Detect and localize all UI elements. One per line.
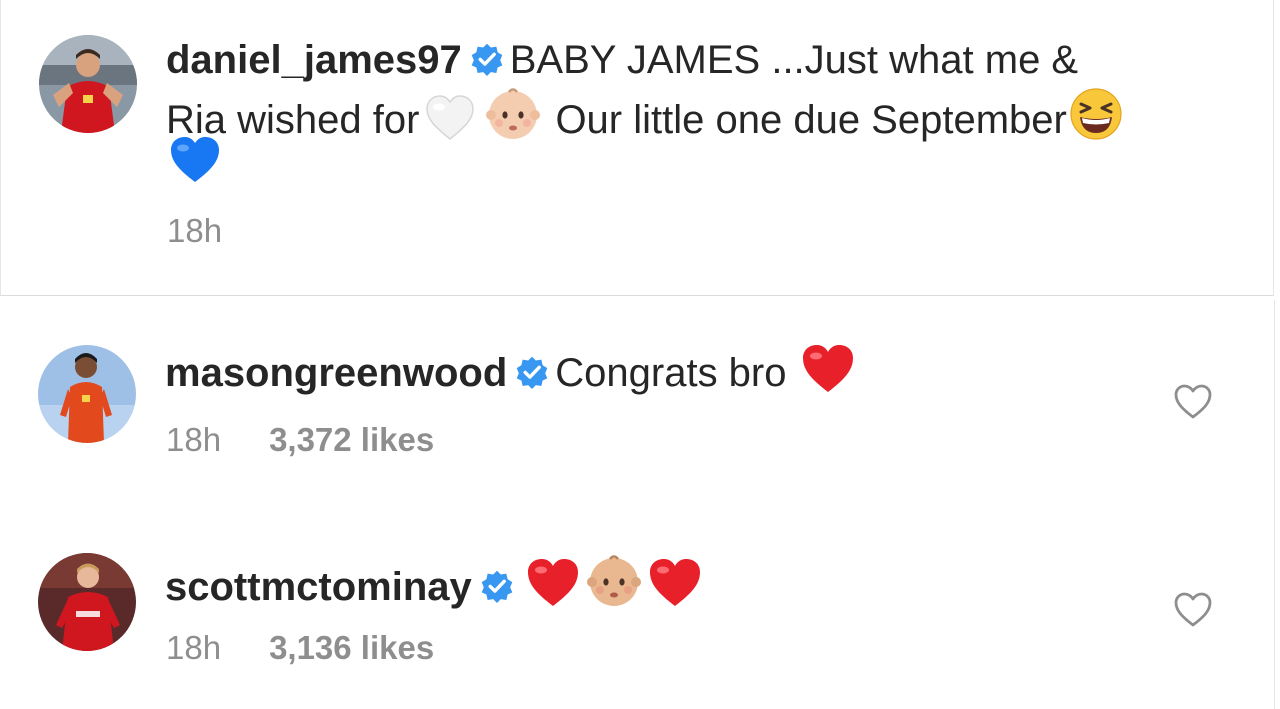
comment-likes-count[interactable]: 3,372 likes	[269, 421, 434, 458]
blue-heart-emoji	[169, 136, 221, 196]
verified-badge-icon	[515, 352, 549, 389]
red-heart-emoji	[801, 344, 855, 406]
verified-badge-icon	[480, 566, 514, 603]
comment-line: scottmctominay	[165, 552, 702, 620]
comment-meta: 18h 3,372 likes	[166, 421, 434, 459]
comment-text: Congrats bro	[555, 351, 787, 395]
caption-line-1: daniel_james97 BABY JAMES ...Just what me…	[166, 36, 1078, 85]
caption-username[interactable]: daniel_james97	[166, 38, 462, 82]
caption-timestamp: 18h	[167, 212, 223, 249]
white-heart-emoji	[425, 95, 475, 153]
comment-timestamp: 18h	[166, 421, 222, 458]
comment-likes-count[interactable]: 3,136 likes	[269, 629, 434, 666]
comment-timestamp: 18h	[166, 629, 222, 666]
caption-text-line-2b: Our little one due September	[555, 98, 1067, 142]
caption-line-2: Ria wished for Our little one due Septemb…	[166, 85, 1123, 153]
panel-border	[1274, 300, 1275, 709]
grinning-squinting-face-emoji	[1069, 87, 1123, 153]
red-heart-emoji	[648, 558, 702, 620]
red-heart-emoji	[526, 558, 580, 620]
instagram-comments-view: daniel_james97 BABY JAMES ...Just what me…	[0, 0, 1280, 709]
avatar[interactable]	[39, 35, 137, 133]
avatar[interactable]	[38, 345, 136, 443]
baby-emoji	[586, 552, 642, 620]
heart-outline-icon[interactable]	[1173, 590, 1213, 630]
avatar[interactable]	[38, 553, 136, 651]
comment-username[interactable]: scottmctominay	[165, 565, 472, 609]
baby-emoji	[485, 85, 541, 153]
comment-meta: 18h 3,136 likes	[166, 629, 434, 667]
heart-outline-icon[interactable]	[1173, 382, 1213, 422]
verified-badge-icon	[470, 39, 504, 76]
caption-meta: 18h	[167, 212, 222, 250]
caption-line-3	[169, 136, 221, 196]
caption-text-line-1: BABY JAMES ...Just what me &	[509, 38, 1079, 82]
post-caption: daniel_james97 BABY JAMES ...Just what me…	[0, 0, 1274, 296]
comment-username[interactable]: masongreenwood	[165, 351, 507, 395]
comment-line: masongreenwood Congrats bro	[165, 344, 855, 406]
